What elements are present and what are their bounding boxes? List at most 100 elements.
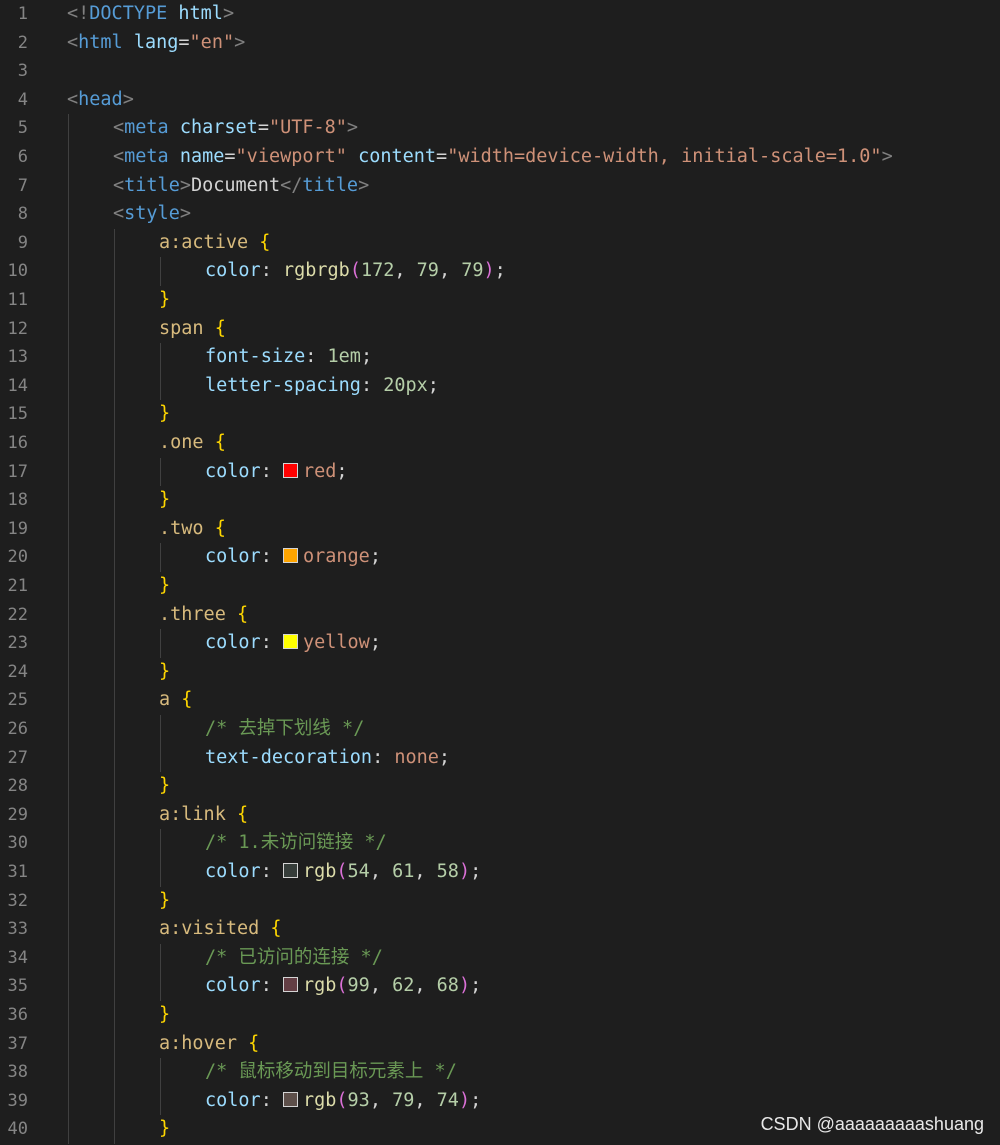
color-swatch-icon[interactable] xyxy=(282,1091,298,1107)
code-content: <meta name="viewport" content="width=dev… xyxy=(113,143,893,172)
token-text: : xyxy=(360,374,384,396)
code-line[interactable]: 18} xyxy=(0,486,1000,515)
color-swatch-icon[interactable] xyxy=(282,977,298,993)
line-number: 39 xyxy=(7,1090,28,1111)
indent-guide xyxy=(68,829,69,858)
token-text: , xyxy=(369,975,393,997)
code-line[interactable]: 35 color: rgb(99, 62, 68); xyxy=(0,972,1000,1001)
line-number: 20 xyxy=(7,547,28,568)
code-line[interactable]: 1 <!DOCTYPE html> xyxy=(0,0,1000,29)
indent-guide xyxy=(68,915,69,944)
line-number: 25 xyxy=(7,690,28,711)
indent-guide xyxy=(68,371,69,401)
code-line[interactable]: 19 .two { xyxy=(0,514,1000,544)
code-line[interactable]: 28} xyxy=(0,772,1000,801)
token-sel: a:active xyxy=(159,231,249,253)
token-tag: title xyxy=(302,174,359,196)
token-text: ; xyxy=(369,546,381,568)
code-editor[interactable]: 1 <!DOCTYPE html> 2 <html lang="en"> 3 4 <head… xyxy=(0,0,1000,1145)
code-line[interactable]: 6 <meta name="viewport" content="width=de… xyxy=(0,143,1000,172)
indent-guide xyxy=(68,514,69,544)
code-line[interactable]: 7 <title>Document</title> xyxy=(0,171,1000,201)
code-line[interactable]: 22 .three { xyxy=(0,600,1000,630)
code-line[interactable]: 13 font-size: 1em; xyxy=(0,343,1000,372)
code-line[interactable]: 31 color: rgb(54, 61, 58); xyxy=(0,858,1000,887)
token-punct: > xyxy=(346,117,359,139)
token-brace: } xyxy=(159,575,171,596)
indent-guide xyxy=(114,657,115,687)
code-line[interactable]: 14 letter-spacing: 20px; xyxy=(0,371,1000,401)
code-line[interactable]: 4 <head> xyxy=(0,86,1000,115)
code-line[interactable]: 36} xyxy=(0,1001,1000,1030)
line-number: 26 xyxy=(7,719,28,739)
code-line[interactable]: 37 a:hover { xyxy=(0,1029,1000,1059)
code-line[interactable]: 32} xyxy=(0,886,1000,916)
code-line[interactable]: 2 <html lang="en"> xyxy=(0,29,1000,58)
code-line[interactable]: 3 xyxy=(0,57,1000,86)
indent-guide xyxy=(114,371,115,401)
line-number: 19 xyxy=(7,518,28,539)
code-line[interactable]: 12 span { xyxy=(0,314,1000,344)
code-line[interactable]: 26 /* 去掉下划线 */ xyxy=(0,715,1000,744)
indent-guide xyxy=(68,286,69,315)
watermark-text: CSDN @aaaaaaaaashuang xyxy=(760,1114,984,1134)
token-str: orange xyxy=(302,546,370,568)
code-line[interactable]: 39 color: rgb(93, 79, 74); xyxy=(0,1086,1000,1116)
code-line[interactable]: 10 color: rgbrgb(172, 79, 79); xyxy=(0,257,1000,286)
indent-guide xyxy=(160,371,161,401)
code-line[interactable]: 17 color: red; xyxy=(0,457,1000,487)
token-func: rgb xyxy=(302,975,337,997)
color-swatch-icon[interactable] xyxy=(282,863,298,878)
token-punct: > xyxy=(881,146,893,167)
color-swatch-icon[interactable] xyxy=(282,634,298,650)
token-num: 93 xyxy=(347,1089,370,1111)
token-prop: color xyxy=(205,632,261,654)
code-line[interactable]: 20 color: orange; xyxy=(0,543,1000,572)
code-content: <!DOCTYPE html> xyxy=(67,0,234,29)
line-number: 37 xyxy=(7,1033,28,1054)
token-paren: ( xyxy=(349,260,361,282)
code-content: color: red; xyxy=(205,458,348,487)
token-punct: < xyxy=(113,203,125,225)
code-content: <style> xyxy=(113,200,191,229)
code-line[interactable]: 16 .one { xyxy=(0,429,1000,458)
code-line[interactable]: 29 a:link { xyxy=(0,800,1000,830)
token-brace: { xyxy=(214,517,226,539)
code-line[interactable]: 38 /* 鼠标移动到目标元素上 */ xyxy=(0,1058,1000,1087)
code-line[interactable]: 5 <meta charset="UTF-8"> xyxy=(0,114,1000,143)
token-paren: ) xyxy=(458,975,471,997)
code-line[interactable]: 24} xyxy=(0,657,1000,687)
code-content: } xyxy=(159,887,170,916)
indent-guide xyxy=(160,829,161,858)
code-line[interactable]: 34 /* 已访问的连接 */ xyxy=(0,943,1000,973)
code-line[interactable]: 27 text-decoration: none; xyxy=(0,743,1000,773)
code-line[interactable]: 23 color: yellow; xyxy=(0,629,1000,658)
code-line[interactable]: 33 a:visited { xyxy=(0,915,1000,944)
code-content: color: rgb(99, 62, 68); xyxy=(205,972,481,1001)
indent-guide xyxy=(68,600,69,630)
indent-guide xyxy=(68,657,69,687)
code-line[interactable]: 25 a { xyxy=(0,686,1000,715)
token-num: 79 xyxy=(416,260,439,282)
code-content: .two { xyxy=(159,515,226,544)
token-num: 58 xyxy=(436,861,459,882)
color-swatch-icon[interactable] xyxy=(282,462,298,478)
line-number: 22 xyxy=(7,604,28,625)
color-swatch-icon[interactable] xyxy=(282,548,298,564)
line-number: 23 xyxy=(7,633,28,654)
code-line[interactable]: 21} xyxy=(0,572,1000,601)
indent-guide xyxy=(114,1001,115,1030)
token-str: "en" xyxy=(189,31,235,53)
line-number: 4 xyxy=(17,89,28,110)
token-prop: color xyxy=(205,260,261,282)
code-line[interactable]: 11} xyxy=(0,286,1000,315)
code-line[interactable]: 15} xyxy=(0,400,1000,429)
code-line[interactable]: 9 a:active { xyxy=(0,228,1000,258)
token-text: , xyxy=(369,861,393,882)
code-line[interactable]: 8 <style> xyxy=(0,200,1000,229)
line-number: 16 xyxy=(7,433,28,453)
token-str: red xyxy=(302,460,337,482)
code-content: span { xyxy=(159,315,226,344)
code-line[interactable]: 30 /* 1.未访问链接 */ xyxy=(0,829,1000,858)
